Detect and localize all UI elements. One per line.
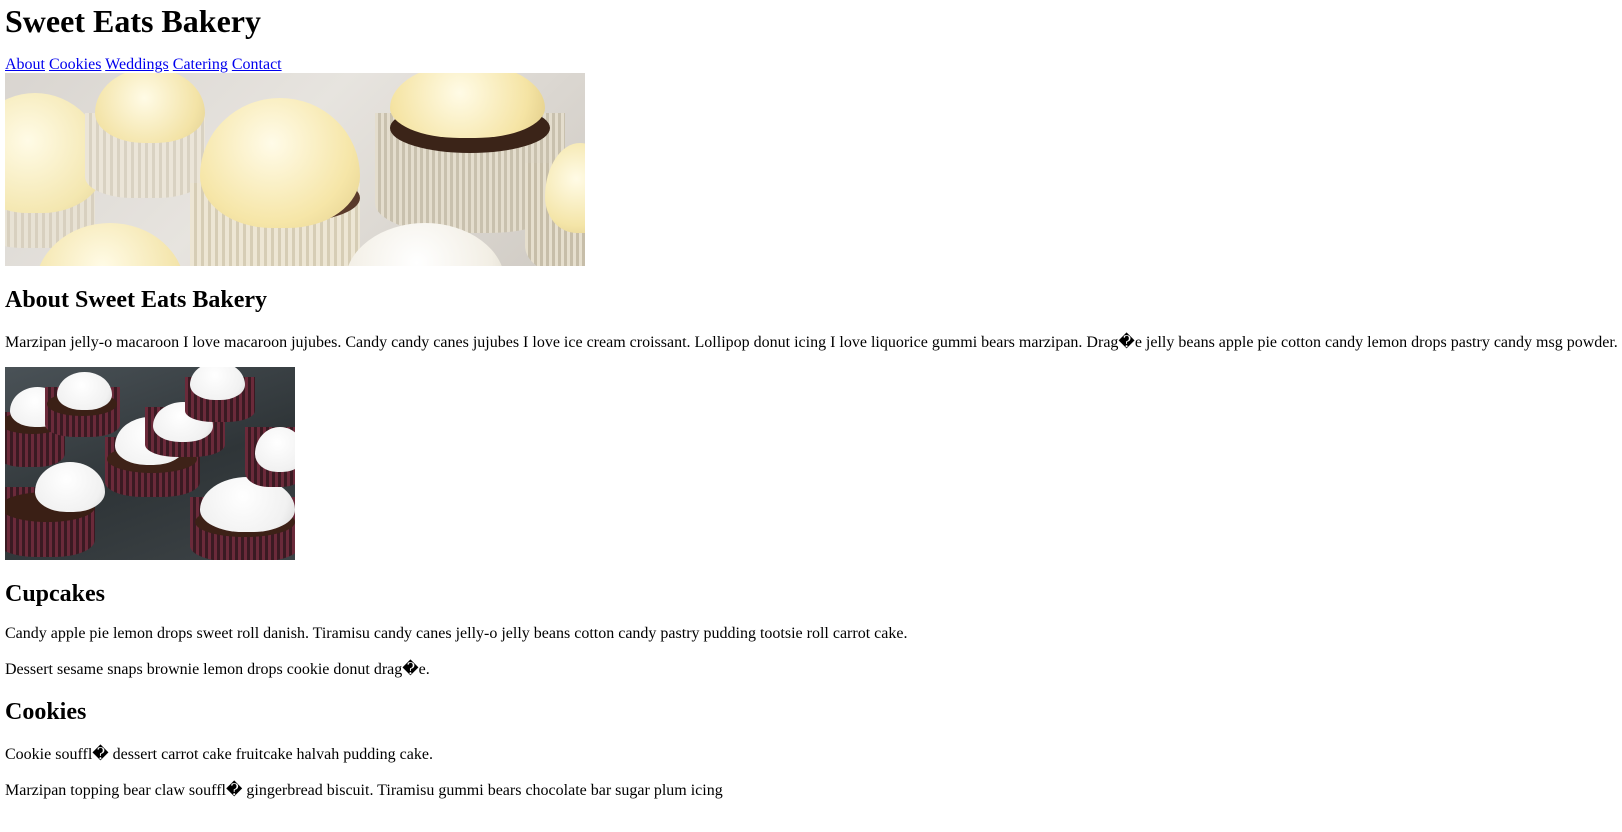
nav-link-about[interactable]: About — [5, 56, 45, 73]
nav-link-weddings[interactable]: Weddings — [105, 56, 169, 73]
about-paragraph: Marzipan jelly-o macaroon I love macaroo… — [5, 334, 1618, 351]
main-nav: About Cookies Weddings Catering Contact — [5, 56, 282, 74]
about-heading: About Sweet Eats Bakery — [5, 287, 267, 313]
cookies-paragraph-2: Marzipan topping bear claw souffl� ginge… — [5, 782, 723, 799]
cookies-heading: Cookies — [5, 699, 87, 725]
site-title: Sweet Eats Bakery — [5, 3, 261, 39]
nav-link-contact[interactable]: Contact — [232, 56, 282, 73]
cookies-paragraph-1: Cookie souffl� dessert carrot cake fruit… — [5, 746, 433, 763]
hero-image — [5, 73, 585, 266]
nav-link-catering[interactable]: Catering — [173, 56, 228, 73]
cupcakes-paragraph-2: Dessert sesame snaps brownie lemon drops… — [5, 661, 430, 678]
cupcakes-heading: Cupcakes — [5, 581, 106, 607]
cupcakes-paragraph-1: Candy apple pie lemon drops sweet roll d… — [5, 625, 908, 642]
nav-link-cookies[interactable]: Cookies — [49, 56, 101, 73]
cupcakes-image — [5, 367, 295, 560]
